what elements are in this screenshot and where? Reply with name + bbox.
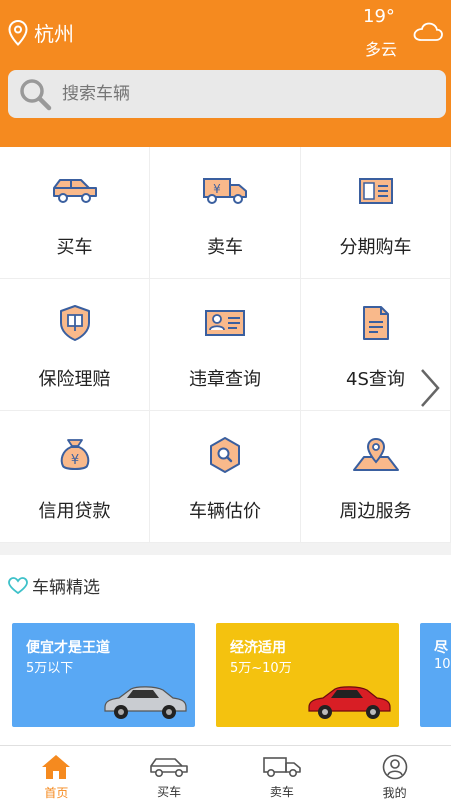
hexagon-search-icon — [210, 437, 240, 473]
truck-yen-icon: ¥ — [203, 178, 247, 204]
menu-item-violation-query[interactable]: 违章查询 — [150, 279, 301, 411]
card-title: 便宜才是王道 — [26, 640, 110, 656]
red-car-icon — [308, 686, 391, 719]
tab-profile[interactable]: 我的 — [338, 746, 451, 808]
menu-label: 周边服务 — [339, 501, 412, 522]
menu-label: 分期购车 — [339, 237, 412, 258]
section-header: 车辆精选 — [8, 573, 100, 598]
tab-sell-car[interactable]: 卖车 — [226, 746, 339, 808]
menu-item-installment[interactable]: 分期购车 — [301, 147, 451, 279]
menu-item-sell-car[interactable]: ¥ 卖车 — [150, 147, 301, 279]
menu-item-buy-car[interactable]: 买车 — [0, 147, 150, 279]
featured-card[interactable]: 经济适用 5万~10万 — [216, 623, 399, 727]
money-bag-icon: ¥ — [60, 439, 89, 470]
heart-icon — [8, 576, 28, 594]
user-icon — [382, 754, 407, 779]
featured-card[interactable]: 尽 10 — [420, 623, 451, 727]
tab-label: 卖车 — [269, 784, 294, 799]
bottom-tab-bar: 首页 买车 卖车 我的 — [0, 745, 451, 808]
card-subtitle: 5万以下 — [26, 661, 74, 676]
card-subtitle: 5万~10万 — [230, 661, 292, 676]
document-icon — [358, 178, 393, 204]
truck-outline-icon — [263, 756, 301, 777]
tab-buy-car[interactable]: 买车 — [113, 746, 226, 808]
silver-car-icon — [104, 686, 187, 719]
tab-label: 首页 — [44, 785, 69, 800]
svg-text:¥: ¥ — [213, 182, 221, 196]
file-icon — [362, 306, 389, 340]
top-header: 杭州 19° 多云 — [0, 0, 451, 147]
location-selector[interactable]: 杭州 — [8, 18, 74, 47]
featured-section: 车辆精选 便宜才是王道 5万以下 经济适用 5万~10万 尽 10 — [0, 555, 451, 745]
featured-card[interactable]: 便宜才是王道 5万以下 — [12, 623, 195, 727]
menu-label: 保险理赔 — [38, 369, 111, 390]
featured-carousel[interactable]: 便宜才是王道 5万以下 经济适用 5万~10万 尽 10 — [12, 623, 451, 727]
service-grid: 买车 ¥ 卖车 分期购车 保险理赔 违章查询 4S查询 ¥ 信用贷款 车辆估价 … — [0, 147, 451, 543]
menu-item-credit-loan[interactable]: ¥ 信用贷款 — [0, 411, 150, 543]
temperature: 19° — [363, 6, 395, 27]
car-icon — [52, 179, 97, 203]
section-title: 车辆精选 — [32, 578, 100, 598]
shield-icon — [59, 305, 90, 341]
menu-label: 卖车 — [207, 237, 243, 258]
menu-label: 车辆估价 — [189, 501, 261, 522]
search-input[interactable] — [60, 83, 424, 105]
search-bar[interactable] — [8, 70, 446, 118]
menu-item-nearby-service[interactable]: 周边服务 — [301, 411, 451, 543]
card-title: 尽 — [434, 640, 448, 656]
menu-label: 信用贷款 — [38, 501, 111, 522]
menu-label: 买车 — [56, 237, 93, 258]
tab-label: 我的 — [382, 785, 407, 800]
map-pin-icon — [352, 437, 399, 471]
menu-label: 违章查询 — [189, 369, 261, 390]
city-label: 杭州 — [34, 22, 74, 46]
weather-condition: 多云 — [365, 40, 398, 59]
menu-label: 4S查询 — [346, 369, 405, 390]
menu-item-car-valuation[interactable]: 车辆估价 — [150, 411, 301, 543]
weather-widget: 19° 多云 — [353, 6, 443, 62]
svg-text:¥: ¥ — [70, 453, 78, 468]
tab-label: 买车 — [157, 784, 182, 799]
card-subtitle: 10 — [434, 657, 451, 672]
home-icon — [42, 754, 71, 779]
menu-item-insurance[interactable]: 保险理赔 — [0, 279, 150, 411]
location-pin-icon — [8, 19, 28, 46]
id-card-icon — [205, 310, 245, 336]
search-icon — [20, 79, 52, 111]
cloud-icon — [413, 22, 443, 41]
tab-home[interactable]: 首页 — [0, 746, 113, 808]
card-title: 经济适用 — [230, 640, 286, 656]
chevron-right-icon[interactable] — [418, 366, 444, 410]
car-outline-icon — [150, 757, 188, 777]
